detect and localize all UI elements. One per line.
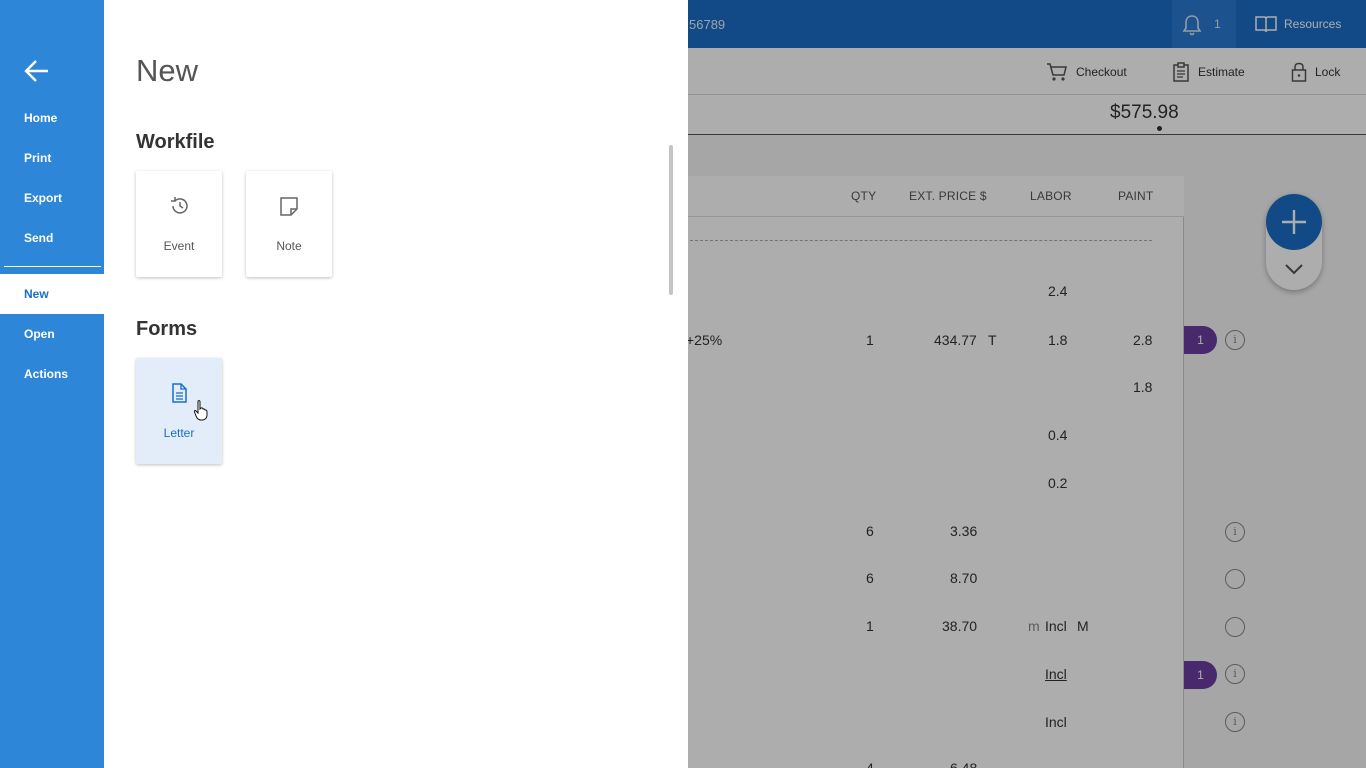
history-icon xyxy=(171,197,188,214)
event-tile[interactable]: Event xyxy=(136,171,222,277)
back-arrow-icon[interactable] xyxy=(22,56,52,86)
letter-tile[interactable]: Letter xyxy=(136,358,222,464)
section-heading-workfile: Workfile xyxy=(136,131,215,153)
document-icon xyxy=(172,383,187,403)
note-tile[interactable]: Note xyxy=(246,171,332,277)
nav-item-home[interactable]: Home xyxy=(0,98,104,138)
nav-item-open[interactable]: Open xyxy=(0,314,104,354)
nav-item-new[interactable]: New xyxy=(0,274,104,314)
nav-item-actions[interactable]: Actions xyxy=(0,354,104,394)
section-heading-forms: Forms xyxy=(136,318,198,340)
panel-scrollbar[interactable] xyxy=(669,145,673,295)
note-icon xyxy=(280,197,298,216)
hand-pointer-icon xyxy=(193,400,208,421)
page-title: New xyxy=(136,53,199,88)
letter-tile-label: Letter xyxy=(163,426,195,440)
nav-divider xyxy=(4,266,101,267)
drawer-nav: Home Print Export Send New Open Actions xyxy=(0,0,104,768)
nav-item-print[interactable]: Print xyxy=(0,138,104,178)
nav-item-export[interactable]: Export xyxy=(0,178,104,218)
note-tile-label: Note xyxy=(276,239,302,253)
nav-item-send[interactable]: Send xyxy=(0,218,104,258)
event-tile-label: Event xyxy=(163,239,195,253)
